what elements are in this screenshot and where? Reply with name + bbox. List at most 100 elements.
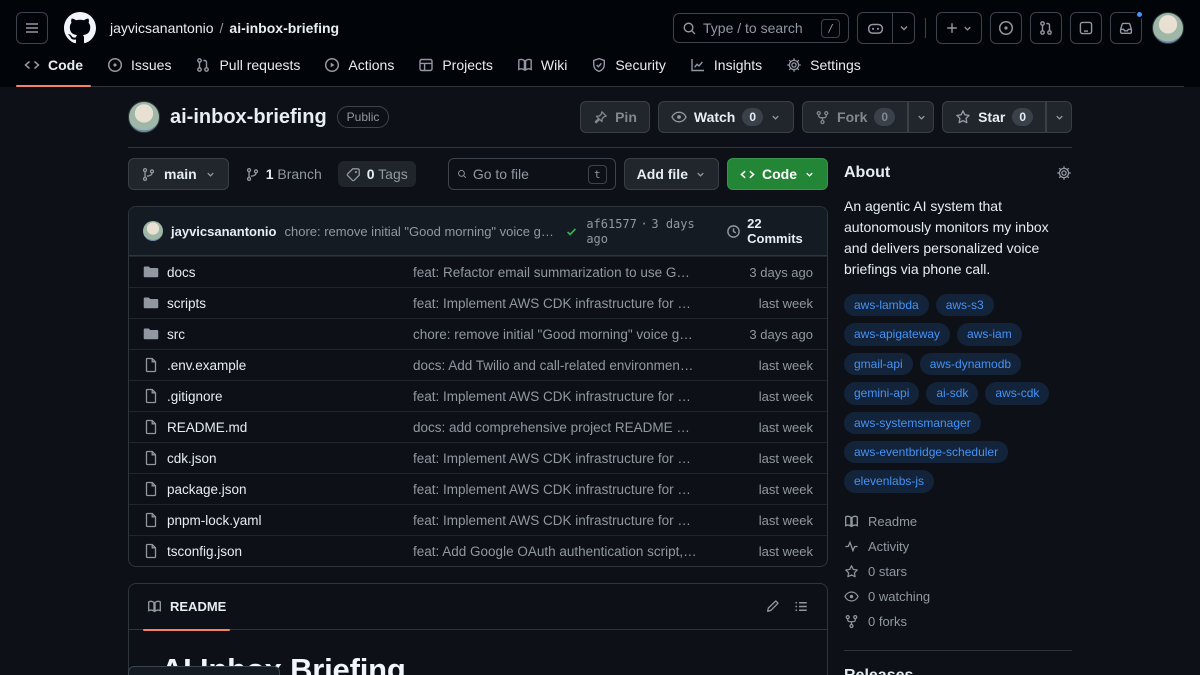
edit-readme-button[interactable] [765,599,780,614]
tab-pull-requests[interactable]: Pull requests [187,54,308,86]
activity-link[interactable]: Activity [844,534,1072,559]
row-commit-message-link[interactable]: docs: add comprehensive project README w… [413,420,709,435]
commit-hash-link[interactable]: af61577 [586,217,637,231]
table-row[interactable]: tsconfig.json feat: Add Google OAuth aut… [129,535,827,566]
agents-window-button[interactable] [1070,12,1102,44]
search-placeholder: Type / to search [703,20,815,36]
file-name-link[interactable]: docs [167,265,413,280]
file-name-link[interactable]: scripts [167,296,413,311]
branch-selector[interactable]: main [128,158,229,190]
readme-tab[interactable]: README [137,584,236,630]
copilot-button[interactable] [857,12,893,44]
topic-tag[interactable]: aws-eventbridge-scheduler [844,441,1008,463]
row-commit-message-link[interactable]: feat: Implement AWS CDK infrastructure f… [413,389,709,404]
tab-code[interactable]: Code [16,54,91,86]
stars-link[interactable]: 0 stars [844,559,1072,584]
row-commit-message-link[interactable]: feat: Implement AWS CDK infrastructure f… [413,296,709,311]
row-commit-message-link[interactable]: feat: Implement AWS CDK infrastructure f… [413,482,709,497]
table-row[interactable]: README.md docs: add comprehensive projec… [129,411,827,442]
notifications-inbox-button[interactable] [1110,12,1142,44]
file-name-link[interactable]: src [167,327,413,342]
file-name-link[interactable]: package.json [167,482,413,497]
file-name-link[interactable]: README.md [167,420,413,435]
repo-description: An agentic AI system that autonomously m… [844,196,1072,280]
global-search-input[interactable]: Type / to search / [673,13,849,43]
table-row[interactable]: docs feat: Refactor email summarization … [129,256,827,287]
topic-tag[interactable]: ai-sdk [926,382,978,404]
file-name-link[interactable]: .gitignore [167,389,413,404]
table-row[interactable]: src chore: remove initial "Good morning"… [129,318,827,349]
topic-tag[interactable]: gemini-api [844,382,919,404]
hamburger-menu-button[interactable] [16,12,48,44]
fork-button[interactable]: Fork 0 [802,101,908,133]
branch-count-label: Branch [277,166,321,182]
tab-wiki[interactable]: Wiki [509,54,575,86]
file-name-link[interactable]: tsconfig.json [167,544,413,559]
file-name-link[interactable]: pnpm-lock.yaml [167,513,413,528]
outline-button[interactable] [794,599,809,614]
topic-tag[interactable]: aws-lambda [844,294,929,316]
check-icon[interactable] [565,225,578,238]
tab-projects[interactable]: Projects [410,54,501,86]
repo-name[interactable]: ai-inbox-briefing [170,106,327,129]
commit-author-avatar[interactable] [143,221,163,241]
add-file-button[interactable]: Add file [624,158,719,190]
topic-tag[interactable]: aws-s3 [936,294,994,316]
chevron-down-icon [804,169,815,180]
commit-history-link[interactable]: 22 Commits [726,216,813,246]
table-row[interactable]: cdk.json feat: Implement AWS CDK infrast… [129,442,827,473]
row-commit-message-link[interactable]: feat: Add Google OAuth authentication sc… [413,544,709,559]
code-button-label: Code [762,166,797,182]
forks-link[interactable]: 0 forks [844,609,1072,634]
tab-settings[interactable]: Settings [778,54,869,86]
row-commit-message-link[interactable]: docs: Add Twilio and call-related enviro… [413,358,709,373]
row-commit-message-link[interactable]: feat: Implement AWS CDK infrastructure f… [413,513,709,528]
issues-header-button[interactable] [990,12,1022,44]
topic-tag[interactable]: aws-dynamodb [920,353,1021,375]
breadcrumb-repo-link[interactable]: ai-inbox-briefing [229,20,339,36]
breadcrumb-user-link[interactable]: jayvicsanantonio [110,20,214,36]
edit-about-button[interactable] [1056,165,1072,181]
copilot-dropdown-button[interactable] [893,12,915,44]
commit-author-link[interactable]: jayvicsanantonio [171,224,276,239]
user-avatar[interactable] [1152,12,1184,44]
pull-requests-header-button[interactable] [1030,12,1062,44]
row-commit-message-link[interactable]: feat: Implement AWS CDK infrastructure f… [413,451,709,466]
row-commit-message-link[interactable]: feat: Refactor email summarization to us… [413,265,709,280]
create-new-button[interactable] [936,12,982,44]
tab-issues[interactable]: Issues [99,54,179,86]
github-logo-icon[interactable] [64,12,96,44]
topic-tag[interactable]: gmail-api [844,353,913,375]
topic-tag[interactable]: elevenlabs-js [844,470,934,492]
breadcrumb-separator: / [220,20,224,36]
table-row[interactable]: .gitignore feat: Implement AWS CDK infra… [129,380,827,411]
tags-link[interactable]: 0 Tags [338,161,416,187]
watching-link[interactable]: 0 watching [844,584,1072,609]
topic-tag[interactable]: aws-cdk [985,382,1049,404]
table-row[interactable]: .env.example docs: Add Twilio and call-r… [129,349,827,380]
latest-commit-message-link[interactable]: chore: remove initial "Good morning" voi… [284,224,557,239]
tab-actions[interactable]: Actions [316,54,402,86]
tab-insights[interactable]: Insights [682,54,770,86]
topic-tag[interactable]: aws-iam [957,323,1022,345]
star-dropdown-button[interactable] [1046,101,1072,133]
file-name-link[interactable]: .env.example [167,358,413,373]
code-download-button[interactable]: Code [727,158,828,190]
readme-link[interactable]: Readme [844,509,1072,534]
go-to-file-input[interactable] [473,166,582,182]
topic-tag[interactable]: aws-apigateway [844,323,950,345]
star-button[interactable]: Star 0 [942,101,1046,133]
go-to-file-search[interactable]: t [448,158,616,190]
repo-owner-avatar[interactable] [128,101,160,133]
row-commit-message-link[interactable]: chore: remove initial "Good morning" voi… [413,327,709,342]
fork-dropdown-button[interactable] [908,101,934,133]
branches-link[interactable]: 1 Branch [237,161,330,187]
table-row[interactable]: pnpm-lock.yaml feat: Implement AWS CDK i… [129,504,827,535]
topic-tag[interactable]: aws-systemsmanager [844,412,981,434]
file-name-link[interactable]: cdk.json [167,451,413,466]
tab-security[interactable]: Security [583,54,674,86]
table-row[interactable]: package.json feat: Implement AWS CDK inf… [129,473,827,504]
table-row[interactable]: scripts feat: Implement AWS CDK infrastr… [129,287,827,318]
watch-button[interactable]: Watch 0 [658,101,794,133]
pin-button[interactable]: Pin [580,101,650,133]
